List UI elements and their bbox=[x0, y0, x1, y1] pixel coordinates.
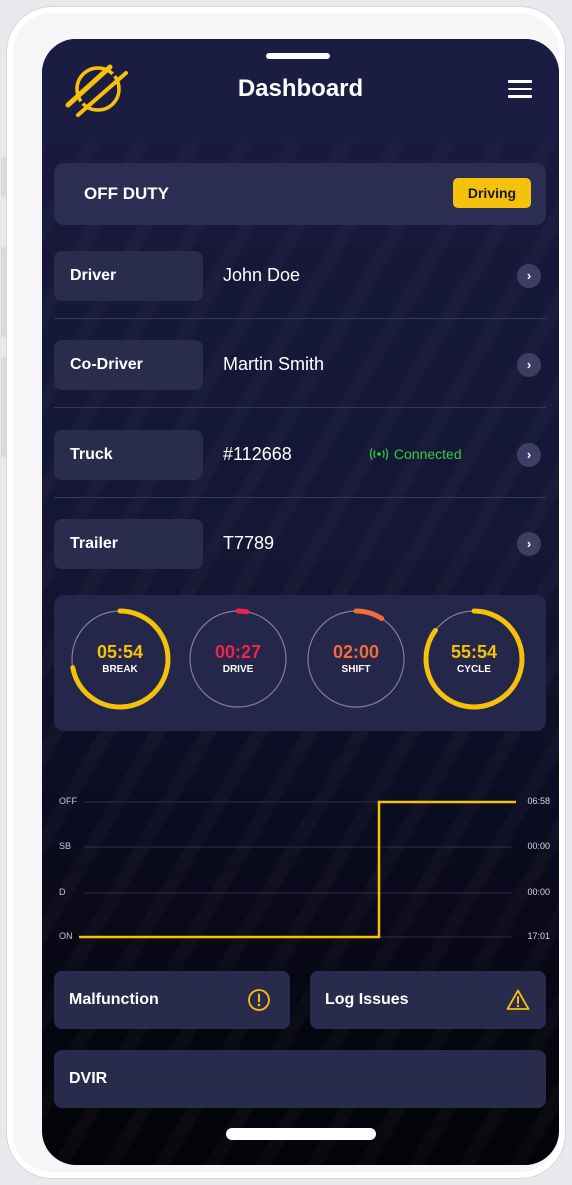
dvir-label: DVIR bbox=[69, 1070, 108, 1087]
trailer-value: T7789 bbox=[223, 533, 275, 553]
info-circle-icon bbox=[248, 989, 270, 1011]
chevron-right-icon[interactable]: › bbox=[517, 443, 541, 467]
shift-label: SHIFT bbox=[341, 664, 371, 675]
hamburger-icon[interactable] bbox=[508, 80, 532, 98]
co-driver-value: Martin Smith bbox=[223, 354, 325, 374]
status-label-off: OFF bbox=[59, 796, 77, 806]
driver-label: Driver bbox=[54, 251, 203, 301]
hos-timers-panel: 05:54 BREAK 00:27 DRIVE 02:00 SHIFT 55:5… bbox=[54, 595, 546, 731]
drive-value: 00:27 bbox=[214, 642, 262, 662]
malfunction-label: Malfunction bbox=[69, 991, 159, 1008]
signal-waves-icon bbox=[369, 448, 389, 460]
break-value: 05:54 bbox=[96, 642, 144, 662]
status-label-d: D bbox=[59, 887, 66, 897]
total-d: 00:00 bbox=[527, 887, 550, 897]
page-title: Dashboard bbox=[237, 75, 364, 102]
chevron-right-icon[interactable]: › bbox=[517, 532, 541, 556]
row-divider bbox=[54, 407, 546, 408]
total-off: 06:58 bbox=[527, 796, 550, 806]
co-driver-row[interactable]: Co-Driver Martin Smith › bbox=[54, 340, 546, 408]
chevron-right-icon[interactable]: › bbox=[517, 264, 541, 288]
status-label-sb: SB bbox=[59, 841, 72, 851]
side-button-volume-down bbox=[1, 357, 6, 457]
duty-status-label: OFF DUTY bbox=[84, 184, 169, 203]
duty-status-line bbox=[79, 800, 516, 939]
side-button-mute bbox=[1, 157, 6, 197]
cycle-label: CYCLE bbox=[457, 664, 491, 675]
status-label-on: ON bbox=[59, 931, 73, 941]
driver-row[interactable]: Driver John Doe › bbox=[54, 251, 546, 319]
dvir-card[interactable]: DVIR bbox=[54, 1050, 546, 1108]
truck-label: Truck bbox=[54, 430, 203, 480]
screen: Dashboard OFF DUTY Driving Driver John D… bbox=[42, 39, 559, 1165]
log-issues-card[interactable]: Log Issues bbox=[310, 971, 546, 1029]
trailer-row[interactable]: Trailer T7789 › bbox=[54, 519, 546, 571]
notch-pill bbox=[266, 53, 330, 59]
total-sb: 00:00 bbox=[527, 841, 550, 851]
timer-drive: 00:27 DRIVE bbox=[186, 607, 290, 711]
truck-value: #112668 bbox=[223, 444, 292, 464]
duty-status-card[interactable]: OFF DUTY Driving bbox=[54, 163, 546, 225]
cycle-value: 55:54 bbox=[450, 642, 498, 662]
row-divider bbox=[54, 318, 546, 319]
timer-break: 05:54 BREAK bbox=[68, 607, 172, 711]
log-graph: OFF SB D ON 06:58 00:00 00:00 17:01 bbox=[54, 789, 554, 959]
chevron-right-icon[interactable]: › bbox=[517, 353, 541, 377]
truck-row[interactable]: Truck #112668 Connected › bbox=[54, 430, 546, 498]
shift-value: 02:00 bbox=[332, 642, 380, 662]
home-indicator bbox=[226, 1128, 376, 1140]
phone-frame: Dashboard OFF DUTY Driving Driver John D… bbox=[1, 6, 566, 1179]
timer-cycle: 55:54 CYCLE bbox=[422, 607, 526, 711]
break-label: BREAK bbox=[102, 664, 138, 675]
app-header: Dashboard bbox=[42, 39, 559, 143]
driver-value: John Doe bbox=[223, 265, 301, 285]
co-driver-label: Co-Driver bbox=[54, 340, 203, 390]
connection-label: Connected bbox=[393, 446, 462, 462]
driving-badge[interactable]: Driving bbox=[453, 178, 531, 208]
timer-shift: 02:00 SHIFT bbox=[304, 607, 408, 711]
side-button-volume-up bbox=[1, 247, 6, 337]
drive-label: DRIVE bbox=[222, 664, 254, 675]
log-issues-label: Log Issues bbox=[325, 991, 409, 1008]
trailer-label: Trailer bbox=[54, 519, 203, 569]
connection-status: Connected bbox=[368, 446, 462, 462]
warning-triangle-icon bbox=[506, 989, 530, 1010]
total-on: 17:01 bbox=[527, 931, 550, 941]
malfunction-card[interactable]: Malfunction bbox=[54, 971, 290, 1029]
log-graph-svg bbox=[79, 800, 516, 939]
row-divider bbox=[54, 497, 546, 498]
